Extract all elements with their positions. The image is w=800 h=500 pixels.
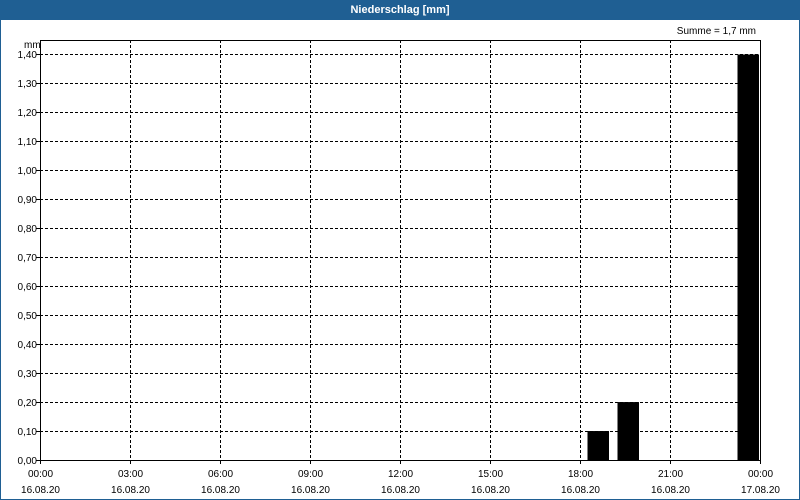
x-tick-labels: 00:00 16.08.20 03:00 16.08.20 06:00 16.08.20 0… [21, 469, 780, 496]
x-tick-time: 03:00 [118, 469, 143, 480]
grid [40, 40, 760, 460]
x-tick-time: 06:00 [208, 469, 233, 480]
x-tick-time: 21:00 [658, 469, 683, 480]
precipitation-chart: mm Summe = 1,7 mm 0,000,100,200,300,400,… [18, 26, 781, 496]
axes [36, 40, 761, 464]
y-tick-label: 1,10 [18, 137, 38, 148]
x-tick-date: 16.08.20 [111, 485, 150, 496]
x-tick-time: 12:00 [388, 469, 413, 480]
x-tick-date: 16.08.20 [201, 485, 240, 496]
y-tick-label: 0,60 [18, 282, 38, 293]
x-tick-date: 17.08.20 [741, 485, 780, 496]
x-tick-time: 18:00 [568, 469, 593, 480]
x-tick-time: 15:00 [478, 469, 503, 480]
y-tick-label: 1,40 [18, 50, 38, 61]
y-tick-label: 0,90 [18, 195, 38, 206]
x-tick-date: 16.08.20 [381, 485, 420, 496]
y-tick-label: 0,20 [18, 398, 38, 409]
y-tick-label: 0,10 [18, 427, 38, 438]
y-tick-label: 1,00 [18, 166, 38, 177]
x-tick-time: 09:00 [298, 469, 323, 480]
y-tick-label: 0,70 [18, 253, 38, 264]
sum-annotation: Summe = 1,7 mm [677, 26, 756, 37]
precipitation-bar [617, 402, 639, 460]
x-tick-date: 16.08.20 [471, 485, 510, 496]
x-tick-time: 00:00 [748, 469, 773, 480]
x-tick-date: 16.08.20 [291, 485, 330, 496]
x-tick-date: 16.08.20 [21, 485, 60, 496]
x-tick-time: 00:00 [28, 469, 53, 480]
y-tick-labels: 0,00 0,10 0,20 0,30 0,40 0,50 0,60 0,70 0,80 0,90… [18, 50, 38, 467]
bars [587, 54, 759, 460]
y-tick-label: 0,50 [18, 311, 38, 322]
x-tick-date: 16.08.20 [561, 485, 600, 496]
y-tick-label: 1,20 [18, 108, 38, 119]
y-tick-label: 0,40 [18, 340, 38, 351]
y-tick-label: 0,30 [18, 369, 38, 380]
precipitation-bar [737, 54, 759, 460]
precipitation-bar [587, 431, 609, 460]
y-tick-label: 1,30 [18, 79, 38, 90]
x-tick-date: 16.08.20 [651, 485, 690, 496]
y-tick-label: 0,00 [18, 456, 38, 467]
y-tick-label: 0,80 [18, 224, 38, 235]
